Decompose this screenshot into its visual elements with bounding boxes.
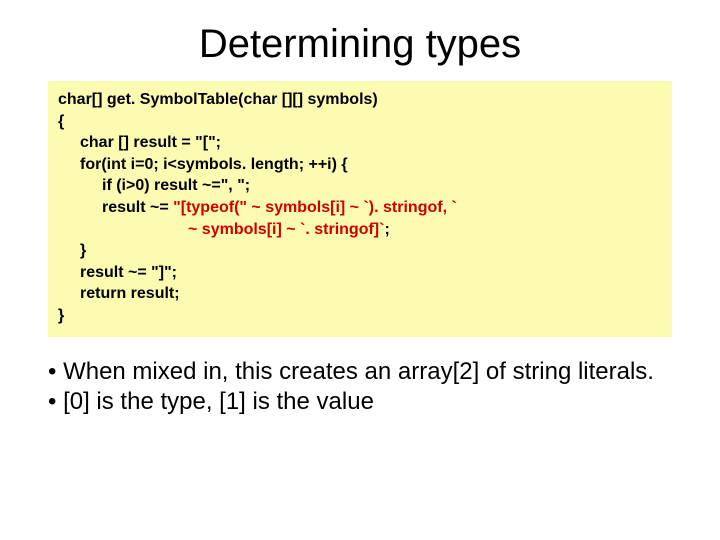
code-block: char[] get. SymbolTable(char [][] symbol… bbox=[48, 81, 672, 337]
code-line: if (i>0) result ~=", "; bbox=[58, 175, 662, 197]
code-fragment-highlight: ~ symbols[i] ~ `. stringof]` bbox=[188, 221, 384, 238]
slide-title: Determining types bbox=[48, 22, 672, 67]
bullet-list: • When mixed in, this creates an array[2… bbox=[48, 357, 672, 417]
code-line: } bbox=[58, 307, 64, 324]
code-fragment-highlight: "[typeof(" ~ symbols[i] ~ `). stringof, … bbox=[173, 199, 457, 216]
code-line: result ~= "[typeof(" ~ symbols[i] ~ `). … bbox=[58, 197, 662, 219]
code-line: char[] get. SymbolTable(char [][] symbol… bbox=[58, 91, 378, 108]
code-fragment: ; bbox=[384, 221, 389, 238]
code-line: char [] result = "["; bbox=[58, 132, 662, 154]
bullet-item: • When mixed in, this creates an array[2… bbox=[48, 357, 672, 387]
code-line: return result; bbox=[58, 283, 662, 305]
code-line: } bbox=[58, 240, 662, 262]
code-fragment: result ~= bbox=[102, 199, 173, 216]
code-line: for(int i=0; i<symbols. length; ++i) { bbox=[58, 154, 662, 176]
code-line: ~ symbols[i] ~ `. stringof]`; bbox=[58, 219, 662, 241]
code-line: result ~= "]"; bbox=[58, 262, 662, 284]
bullet-item: • [0] is the type, [1] is the value bbox=[48, 387, 672, 417]
slide: Determining types char[] get. SymbolTabl… bbox=[0, 0, 720, 540]
code-line: { bbox=[58, 113, 64, 130]
